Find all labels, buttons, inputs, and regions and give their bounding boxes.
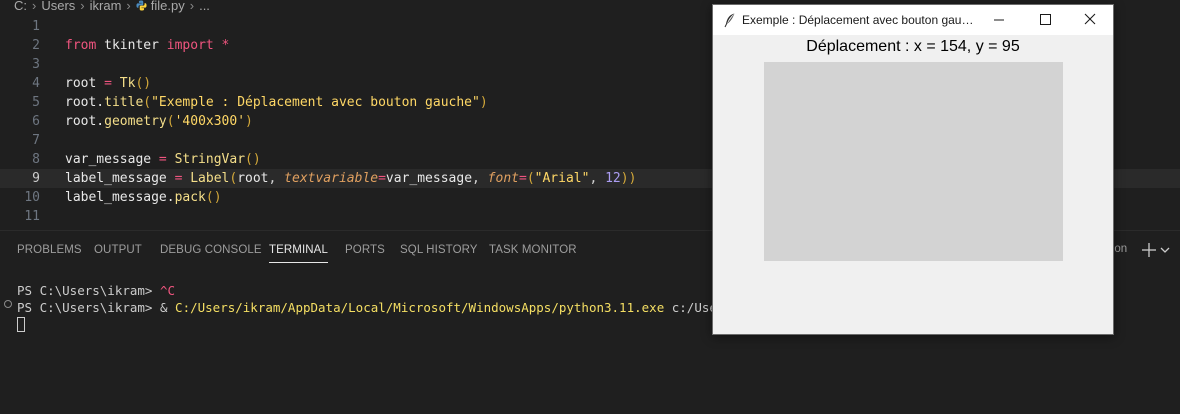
code-token: textvariable — [284, 171, 379, 186]
window-titlebar[interactable]: Exemple : Déplacement avec bouton gauche — [713, 5, 1113, 35]
code-text: label_message.pack() — [65, 188, 222, 207]
code-token: ( — [166, 114, 175, 129]
tk-window[interactable]: Exemple : Déplacement avec bouton gauche… — [712, 4, 1114, 335]
terminal-command: ^C — [160, 283, 176, 298]
code-token: from — [65, 38, 97, 53]
code-token: label_message. — [65, 190, 175, 205]
breadcrumb-more[interactable]: ... — [199, 0, 210, 13]
tab-output[interactable]: OUTPUT — [94, 238, 142, 262]
line-number: 1 — [32, 19, 40, 34]
code-token: var_message — [385, 171, 473, 186]
chevron-right-icon: › — [189, 0, 195, 13]
code-token: () — [205, 190, 222, 205]
terminal-cursor — [17, 317, 25, 332]
terminal-line: PS C:\Users\ikram> ^C — [17, 282, 175, 300]
line-number: 6 — [32, 114, 40, 129]
terminal-line: PS C:\Users\ikram> & C:/Users/ikram/AppD… — [17, 299, 770, 317]
code-token: root. — [65, 114, 105, 129]
code-text: root.title("Exemple : Déplacement avec b… — [65, 93, 488, 112]
terminal-command: C:/Users/ikram/AppData/Local/Microsoft/W… — [175, 300, 665, 315]
code-token: geometry — [104, 114, 167, 129]
code-text: label_message = Label ( root, textvariable… — [65, 169, 636, 188]
code-token: , — [589, 171, 606, 186]
chevron-right-icon: › — [80, 0, 85, 13]
code-token: title — [104, 95, 144, 110]
code-token: () — [135, 76, 152, 91]
code-text: root.geometry('400x300') — [65, 112, 253, 131]
maximize-icon[interactable] — [1022, 5, 1068, 35]
breadcrumb-ikram[interactable]: ikram — [90, 0, 122, 13]
code-token: , — [472, 171, 488, 186]
code-token: "Arial" — [534, 171, 590, 186]
tab-terminal[interactable]: TERMINAL — [269, 238, 328, 263]
code-token: root — [65, 76, 105, 91]
chevron-right-icon: › — [32, 0, 37, 13]
code-text: root = Tk() — [65, 74, 151, 93]
code-token: pack — [174, 190, 206, 205]
code-text: var_message = StringVar() — [65, 150, 261, 169]
code-token: "Exemple : Déplacement avec bouton gauch… — [151, 95, 480, 110]
code-token: * — [213, 38, 230, 53]
code-token: '400x300' — [174, 114, 246, 129]
code-token: = — [158, 152, 167, 167]
tab-problems[interactable]: PROBLEMS — [17, 238, 82, 262]
code-token: 12 — [605, 171, 621, 186]
terminal-prompt: PS C:\Users\ikram> — [17, 283, 160, 298]
code-token: ( — [526, 171, 535, 186]
code-token: tkinter — [96, 38, 167, 53]
code-token: ) — [245, 114, 253, 129]
code-token: = — [378, 171, 386, 186]
code-token: import — [166, 38, 214, 53]
drawing-canvas[interactable] — [764, 62, 1063, 261]
line-number: 10 — [24, 190, 40, 205]
breadcrumb-users[interactable]: Users — [41, 0, 75, 13]
line-number: 8 — [32, 152, 40, 167]
code-token: label_message — [65, 171, 175, 186]
position-label: Déplacement : x = 154, y = 95 — [806, 38, 1020, 55]
line-number: 5 — [32, 95, 40, 110]
code-text: from tkinter import * — [65, 36, 229, 55]
code-token: )) — [620, 171, 637, 186]
code-token: ( — [143, 95, 152, 110]
line-number: 2 — [32, 38, 40, 53]
code-token: , — [268, 171, 285, 186]
code-token: font — [487, 171, 519, 186]
line-number: 9 — [32, 171, 40, 186]
tk-feather-icon — [724, 13, 735, 28]
code-token: ) — [479, 95, 488, 110]
close-icon[interactable] — [1067, 5, 1113, 35]
window-title: Exemple : Déplacement avec bouton gauche — [742, 13, 977, 27]
code-token: () — [245, 152, 261, 167]
code-token: root — [237, 171, 269, 186]
code-token: Tk — [111, 76, 136, 91]
chevron-down-icon[interactable] — [1160, 244, 1170, 256]
breadcrumb-drive[interactable]: C: — [14, 0, 27, 13]
new-terminal-plus-icon[interactable] — [1140, 239, 1158, 261]
code-token: Label — [182, 171, 230, 186]
line-number: 4 — [32, 76, 40, 91]
tab-ports[interactable]: PORTS — [345, 238, 385, 262]
line-number: 11 — [24, 209, 40, 224]
code-token: var_message — [65, 152, 159, 167]
line-number: 7 — [32, 133, 40, 148]
code-token: StringVar — [166, 152, 246, 167]
tab-sql-history[interactable]: SQL HISTORY — [400, 238, 478, 262]
code-token: = — [518, 171, 527, 186]
chevron-right-icon: › — [126, 0, 131, 13]
tab-task-monitor[interactable]: TASK MONITOR — [489, 238, 577, 262]
line-number: 3 — [32, 57, 40, 72]
breadcrumb-file[interactable]: file.py — [151, 0, 185, 13]
minimize-icon[interactable] — [976, 5, 1022, 35]
python-file-icon — [136, 0, 147, 11]
tab-debug-console[interactable]: DEBUG CONSOLE — [160, 238, 262, 262]
code-token: root. — [65, 95, 105, 110]
code-token: = — [104, 76, 112, 91]
terminal-prompt: PS C:\Users\ikram> & — [17, 300, 176, 315]
